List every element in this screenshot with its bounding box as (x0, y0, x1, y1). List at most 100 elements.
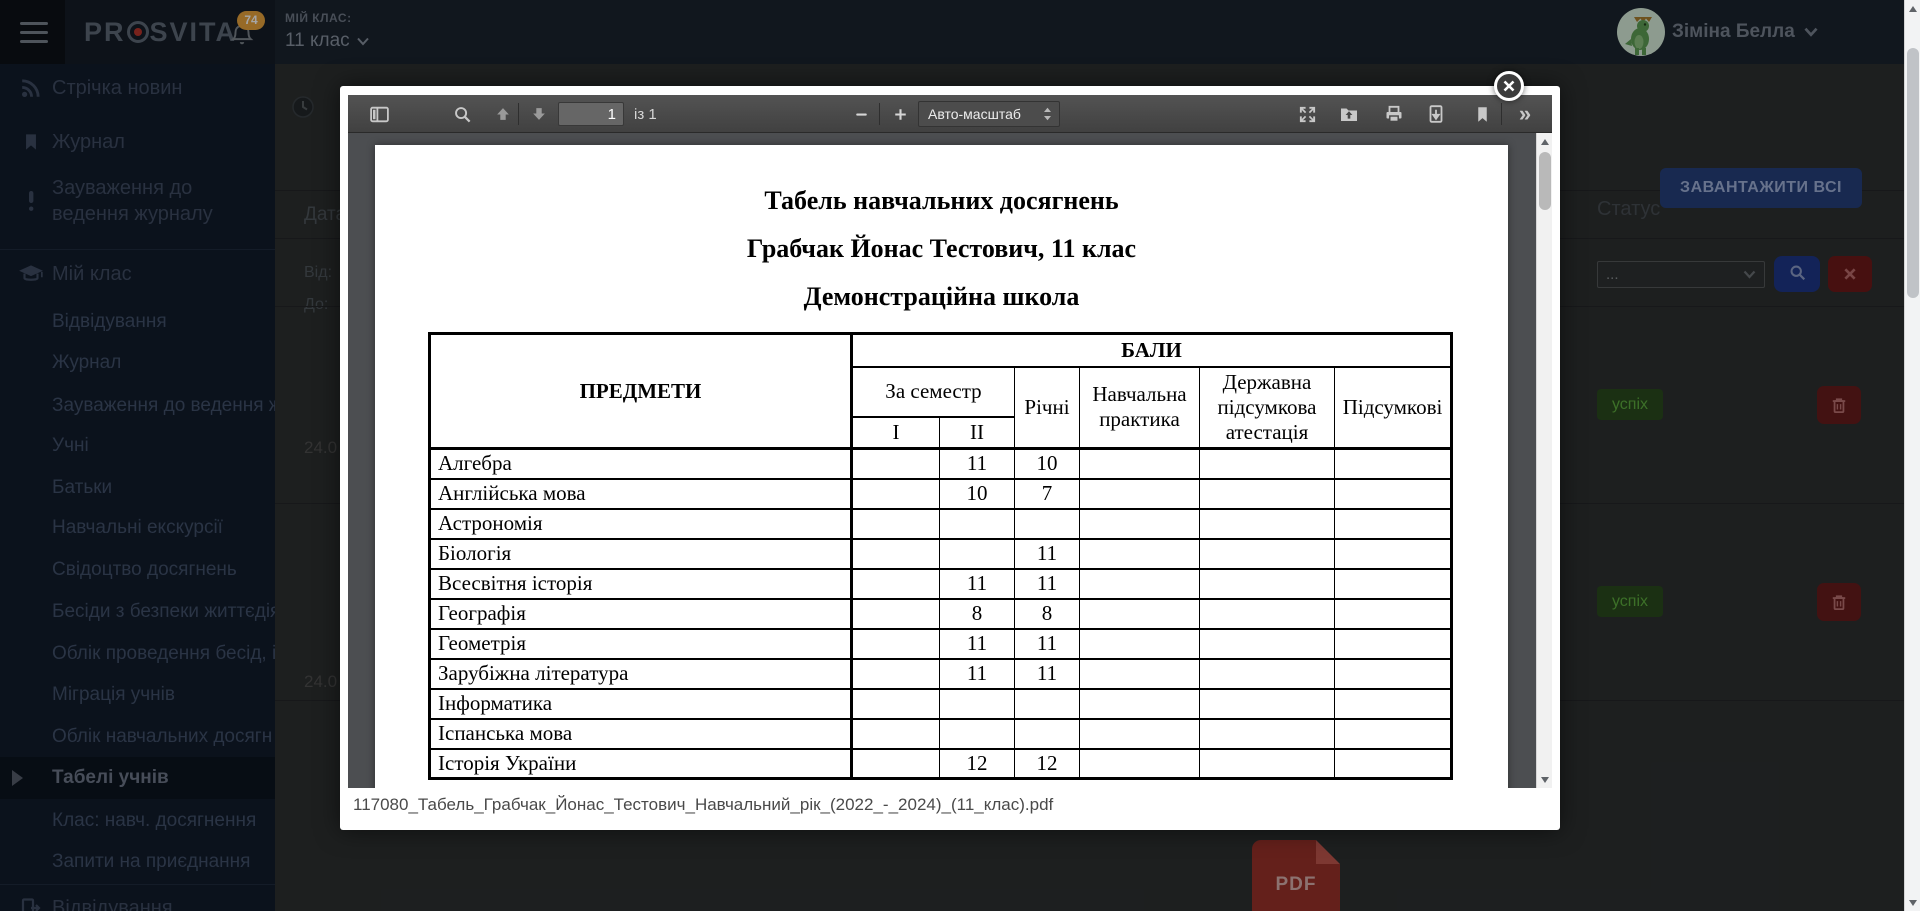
score-cell (1080, 629, 1200, 659)
sidebar-toggle-icon (369, 104, 390, 125)
print-button[interactable] (1379, 100, 1409, 128)
score-cell (940, 539, 1015, 569)
score-cell (1335, 569, 1452, 599)
subject-cell: Біологія (430, 539, 852, 569)
download-button[interactable] (1421, 100, 1451, 128)
score-cell (852, 539, 940, 569)
pdf-scrollbar[interactable] (1536, 133, 1552, 788)
previous-page-button[interactable] (488, 100, 518, 128)
score-cell (940, 719, 1015, 749)
pdf-filename-bar: 117080_Табель_Грабчак_Йонас_Тестович_Нав… (348, 788, 1552, 822)
score-cell (1200, 509, 1335, 539)
scroll-down-icon[interactable] (1905, 894, 1920, 911)
find-button[interactable] (447, 100, 477, 128)
score-cell (852, 659, 940, 689)
sidebar-toggle-button[interactable] (364, 100, 394, 128)
close-button[interactable] (1494, 71, 1524, 101)
score-cell (940, 509, 1015, 539)
score-cell (852, 749, 940, 779)
score-cell: 7 (1015, 479, 1080, 509)
page-scrollbar-thumb[interactable] (1907, 48, 1919, 298)
col-header-dpa: Державна підсумкова атестація (1200, 367, 1335, 449)
col-header-subjects: ПРЕДМЕТИ (430, 334, 852, 449)
score-cell (1080, 599, 1200, 629)
score-cell (852, 599, 940, 629)
grades-table-row: Історія України1212 (430, 749, 1452, 779)
score-cell (1335, 689, 1452, 719)
score-cell (1015, 719, 1080, 749)
score-cell: 11 (940, 569, 1015, 599)
score-cell (852, 719, 940, 749)
score-cell: 12 (1015, 749, 1080, 779)
subject-cell: Алгебра (430, 449, 852, 479)
score-cell: 11 (1015, 569, 1080, 599)
score-cell (1335, 749, 1452, 779)
score-cell (852, 509, 940, 539)
bookmark-view-button[interactable] (1467, 100, 1497, 128)
open-folder-icon (1339, 104, 1359, 124)
score-cell: 11 (940, 659, 1015, 689)
document-student: Грабчак Йонас Тестович, 11 клас (375, 216, 1508, 264)
score-cell (852, 629, 940, 659)
score-cell (1200, 719, 1335, 749)
score-cell (852, 689, 940, 719)
score-cell (940, 689, 1015, 719)
score-cell: 10 (1015, 449, 1080, 479)
page-number-input[interactable] (558, 102, 624, 126)
score-cell (1200, 689, 1335, 719)
score-cell (1080, 689, 1200, 719)
score-cell (1335, 539, 1452, 569)
col-header-sem2: II (940, 417, 1015, 449)
open-file-button[interactable] (1334, 100, 1364, 128)
score-cell: 8 (940, 599, 1015, 629)
app-root: PRSVITA 74 МІЙ КЛАС: 11 клас Зіміна Белл (0, 0, 1920, 911)
search-icon (453, 105, 472, 124)
subject-cell: Всесвітня історія (430, 569, 852, 599)
subject-cell: Географія (430, 599, 852, 629)
grades-table-row: Всесвітня історія 1111 (430, 569, 1452, 599)
pdf-scrollbar-thumb[interactable] (1539, 152, 1551, 210)
score-cell (1335, 509, 1452, 539)
pdf-viewer-area: Табель навчальних досягнень Грабчак Йона… (348, 133, 1552, 788)
zoom-out-button[interactable] (846, 100, 876, 128)
grades-table-row: Географія88 (430, 599, 1452, 629)
score-cell (1080, 569, 1200, 599)
grades-table-row: Зарубіжна література1111 (430, 659, 1452, 689)
page-count-label: із 1 (634, 95, 657, 133)
score-cell (1080, 659, 1200, 689)
score-cell (1335, 629, 1452, 659)
score-cell (1200, 659, 1335, 689)
next-page-button[interactable] (524, 100, 554, 128)
col-header-final: Підсумкові (1335, 367, 1452, 449)
score-cell (1200, 479, 1335, 509)
score-cell: 12 (940, 749, 1015, 779)
score-cell (1080, 509, 1200, 539)
grades-table-row: Інформатика (430, 689, 1452, 719)
score-cell (1335, 449, 1452, 479)
download-icon (1426, 104, 1446, 124)
zoom-scale-select[interactable]: Авто-масштаб (918, 101, 1060, 127)
col-header-semester: За семестр (852, 367, 1015, 417)
zoom-in-button[interactable] (885, 100, 915, 128)
subject-cell: Астрономія (430, 509, 852, 539)
grades-table-row: Іспанська мова (430, 719, 1452, 749)
score-cell: 10 (940, 479, 1015, 509)
double-chevron-right-icon: » (1519, 104, 1531, 124)
pdf-toolbar: із 1 Авто-масштаб (348, 95, 1552, 133)
scroll-up-icon[interactable] (1537, 133, 1552, 150)
scroll-up-icon[interactable] (1905, 0, 1920, 17)
score-cell (852, 449, 940, 479)
document-school: Демонстраційна школа (375, 264, 1508, 312)
subject-cell: Геометрія (430, 629, 852, 659)
presentation-mode-button[interactable] (1292, 100, 1322, 128)
subject-cell: Зарубіжна література (430, 659, 852, 689)
scroll-down-icon[interactable] (1537, 771, 1552, 788)
more-tools-button[interactable]: » (1510, 100, 1540, 128)
score-cell (1080, 719, 1200, 749)
page-scrollbar[interactable] (1904, 0, 1920, 911)
score-cell (852, 569, 940, 599)
score-cell (1200, 539, 1335, 569)
score-cell (1200, 629, 1335, 659)
col-header-year: Річні (1015, 367, 1080, 449)
grades-table-row: Алгебра1110 (430, 449, 1452, 479)
